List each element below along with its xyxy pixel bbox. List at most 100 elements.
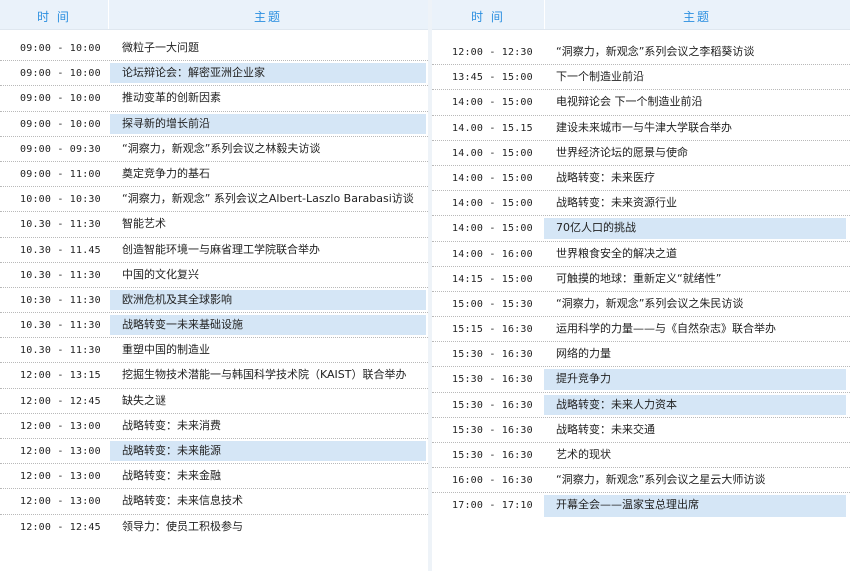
- table-row: 17:00 - 17:10 开幕全会——温家宝总理出席: [432, 493, 850, 518]
- table-row: 10:30 - 11:30 欧洲危机及其全球影响: [0, 288, 428, 314]
- session-topic[interactable]: 奠定竞争力的基石: [110, 164, 426, 184]
- session-topic[interactable]: 世界粮食安全的解决之道: [544, 244, 846, 264]
- session-topic[interactable]: 开幕全会——温家宝总理出席: [544, 495, 846, 517]
- session-topic[interactable]: 探寻新的增长前沿: [110, 113, 426, 134]
- session-topic[interactable]: “洞察力，新观念” 系列会议之Albert-Laszlo Barabasi访谈: [110, 189, 426, 209]
- session-time: 09:00 - 09:30: [20, 143, 101, 155]
- header-time: 时 间: [37, 10, 71, 24]
- session-time: 10.30 - 11:30: [20, 345, 101, 357]
- session-topic[interactable]: 运用科学的力量——与《自然杂志》联合举办: [544, 319, 846, 339]
- session-topic[interactable]: “洞察力，新观念”系列会议之李稻葵访谈: [544, 42, 846, 62]
- schedule-rows: 12:00 - 12:30 “洞察力，新观念”系列会议之李稻葵访谈 13:45 - …: [432, 40, 850, 519]
- session-time: 09:00 - 10:00: [20, 93, 101, 105]
- table-row: 12:00 - 12:45 领导力：使员工积极参与: [0, 515, 428, 540]
- session-topic[interactable]: 70亿人口的挑战: [544, 218, 846, 239]
- table-row: 15:30 - 16:30 提升竞争力: [432, 367, 850, 393]
- session-topic[interactable]: 电视辩论会 下一个制造业前沿: [544, 92, 846, 112]
- session-topic[interactable]: 推动变革的创新因素: [110, 88, 426, 108]
- table-row: 10.30 - 11:30 智能艺术: [0, 212, 428, 238]
- table-row: 12:00 - 13:00 战略转变：未来能源: [0, 439, 428, 465]
- session-topic[interactable]: 智能艺术: [110, 214, 426, 234]
- table-row: 09:00 - 10:00 推动变革的创新因素: [0, 86, 428, 112]
- session-topic[interactable]: “洞察力，新观念”系列会议之星云大师访谈: [544, 470, 846, 490]
- table-row: 13:45 - 15:00 下一个制造业前沿: [432, 65, 850, 91]
- session-topic[interactable]: 论坛辩论会：解密亚洲企业家: [110, 63, 426, 84]
- schedule-right-column: 时 间 主题 12:00 - 12:30 “洞察力，新观念”系列会议之李稻葵访谈 1…: [432, 0, 850, 571]
- session-time: 12:00 - 13:00: [20, 471, 101, 483]
- session-topic[interactable]: 网络的力量: [544, 344, 846, 364]
- schedule-rows: 09:00 - 10:00 微粒子一大问题 09:00 - 10:00 论坛辩论会：解…: [0, 36, 428, 540]
- table-row: 15:30 - 16:30 艺术的现状: [432, 443, 850, 469]
- table-row: 14:00 - 15:00 电视辩论会 下一个制造业前沿: [432, 90, 850, 116]
- table-row: 14:00 - 15:00 70亿人口的挑战: [432, 216, 850, 242]
- session-time: 09:00 - 10:00: [20, 118, 101, 130]
- session-time: 15:30 - 16:30: [452, 424, 533, 436]
- session-topic[interactable]: 下一个制造业前沿: [544, 67, 846, 87]
- session-topic[interactable]: 战略转变一未来基础设施: [110, 315, 426, 336]
- table-row: 15:00 - 15:30 “洞察力，新观念”系列会议之朱民访谈: [432, 292, 850, 318]
- session-topic[interactable]: 战略转变：未来交通: [544, 420, 846, 440]
- session-topic[interactable]: 建设未来城市一与牛津大学联合举办: [544, 118, 846, 138]
- table-row: 14.00 - 15.15 建设未来城市一与牛津大学联合举办: [432, 116, 850, 141]
- header-topic: 主题: [253, 10, 282, 24]
- session-time: 14:15 - 15:00: [452, 273, 533, 285]
- table-row: 16:00 - 16:30 “洞察力，新观念”系列会议之星云大师访谈: [432, 468, 850, 494]
- session-topic[interactable]: “洞察力，新观念”系列会议之朱民访谈: [544, 294, 846, 314]
- table-row: 14:00 - 15:00 战略转变：未来资源行业: [432, 191, 850, 217]
- session-topic[interactable]: 中国的文化复兴: [110, 265, 426, 285]
- session-topic[interactable]: 战略转变：未来资源行业: [544, 193, 846, 213]
- session-time: 15:30 - 16:30: [452, 349, 533, 361]
- table-row: 12:00 - 12:30 “洞察力，新观念”系列会议之李稻葵访谈: [432, 40, 850, 66]
- session-topic[interactable]: 战略转变：未来人力资本: [544, 394, 846, 415]
- session-topic[interactable]: 领导力：使员工积极参与: [110, 517, 426, 538]
- table-row: 12:00 - 12:45 缺失之谜: [0, 389, 428, 414]
- table-row: 10:00 - 10:30 “洞察力，新观念” 系列会议之Albert-Laszl…: [0, 187, 428, 213]
- session-time: 14:00 - 15:00: [452, 172, 533, 184]
- session-time: 15:30 - 16:30: [452, 374, 533, 386]
- header-topic: 主题: [682, 10, 711, 24]
- session-topic[interactable]: 缺失之谜: [110, 391, 426, 411]
- session-topic[interactable]: 世界经济论坛的愿景与使命: [544, 143, 846, 163]
- session-time: 14:00 - 16:00: [452, 248, 533, 260]
- session-time: 10:00 - 10:30: [20, 194, 101, 206]
- session-time: 12:00 - 12:45: [20, 395, 101, 407]
- session-topic[interactable]: 提升竞争力: [544, 369, 846, 390]
- session-time: 15:15 - 16:30: [452, 324, 533, 336]
- session-time: 10.30 - 11:30: [20, 219, 101, 231]
- session-topic[interactable]: 战略转变：未来消费: [110, 416, 426, 436]
- table-row: 09:00 - 10:00 论坛辩论会：解密亚洲企业家: [0, 61, 428, 87]
- table-row: 10.30 - 11:30 中国的文化复兴: [0, 263, 428, 288]
- session-topic[interactable]: 战略转变：未来能源: [110, 441, 426, 462]
- session-topic[interactable]: 战略转变：未来信息技术: [110, 491, 426, 511]
- session-topic[interactable]: 艺术的现状: [544, 445, 846, 465]
- table-row: 10.30 - 11:30 战略转变一未来基础设施: [0, 313, 428, 339]
- session-topic[interactable]: 战略转变：未来医疗: [544, 168, 846, 188]
- session-time: 16:00 - 16:30: [452, 475, 533, 487]
- session-topic[interactable]: 微粒子一大问题: [110, 38, 426, 58]
- session-time: 15:30 - 16:30: [452, 450, 533, 461]
- session-topic[interactable]: 挖掘生物技术潜能一与韩国科学技术院（KAIST）联合举办: [110, 365, 426, 385]
- session-time: 14:00 - 15:00: [452, 97, 533, 109]
- session-time: 12:00 - 13:00: [20, 446, 101, 457]
- table-row: 12:00 - 13:00 战略转变：未来信息技术: [0, 489, 428, 515]
- session-topic[interactable]: 可触摸的地球：重新定义“就绪性”: [544, 269, 846, 289]
- session-topic[interactable]: 创造智能环境一与麻省理工学院联合举办: [110, 240, 426, 260]
- session-time: 09:00 - 11:00: [20, 168, 101, 180]
- session-time: 10.30 - 11.45: [20, 244, 101, 256]
- table-row: 15:30 - 16:30 战略转变：未来交通: [432, 418, 850, 443]
- session-time: 10:30 - 11:30: [20, 294, 101, 306]
- session-topic[interactable]: 欧洲危机及其全球影响: [110, 289, 426, 311]
- session-time: 14:00 - 15:00: [452, 198, 533, 210]
- table-row: 15:15 - 16:30 运用科学的力量——与《自然杂志》联合举办: [432, 317, 850, 343]
- session-topic[interactable]: 重塑中国的制造业: [110, 340, 426, 360]
- table-row: 09:00 - 10:00 探寻新的增长前沿: [0, 112, 428, 137]
- schedule-left-column: 时 间 主题 09:00 - 10:00 微粒子一大问题 09:00 - 10:00…: [0, 0, 428, 571]
- session-time: 13:45 - 15:00: [452, 72, 533, 84]
- table-header: 时 间 主题: [432, 0, 850, 30]
- session-time: 17:00 - 17:10: [452, 500, 533, 512]
- session-topic[interactable]: 战略转变：未来金融: [110, 466, 426, 486]
- session-time: 12:00 - 13:15: [20, 370, 101, 382]
- session-topic[interactable]: “洞察力，新观念”系列会议之林毅夫访谈: [110, 139, 426, 159]
- session-time: 12:00 - 12:30: [452, 47, 533, 58]
- table-row: 12:00 - 13:15 挖掘生物技术潜能一与韩国科学技术院（KAIST）联合举…: [0, 363, 428, 389]
